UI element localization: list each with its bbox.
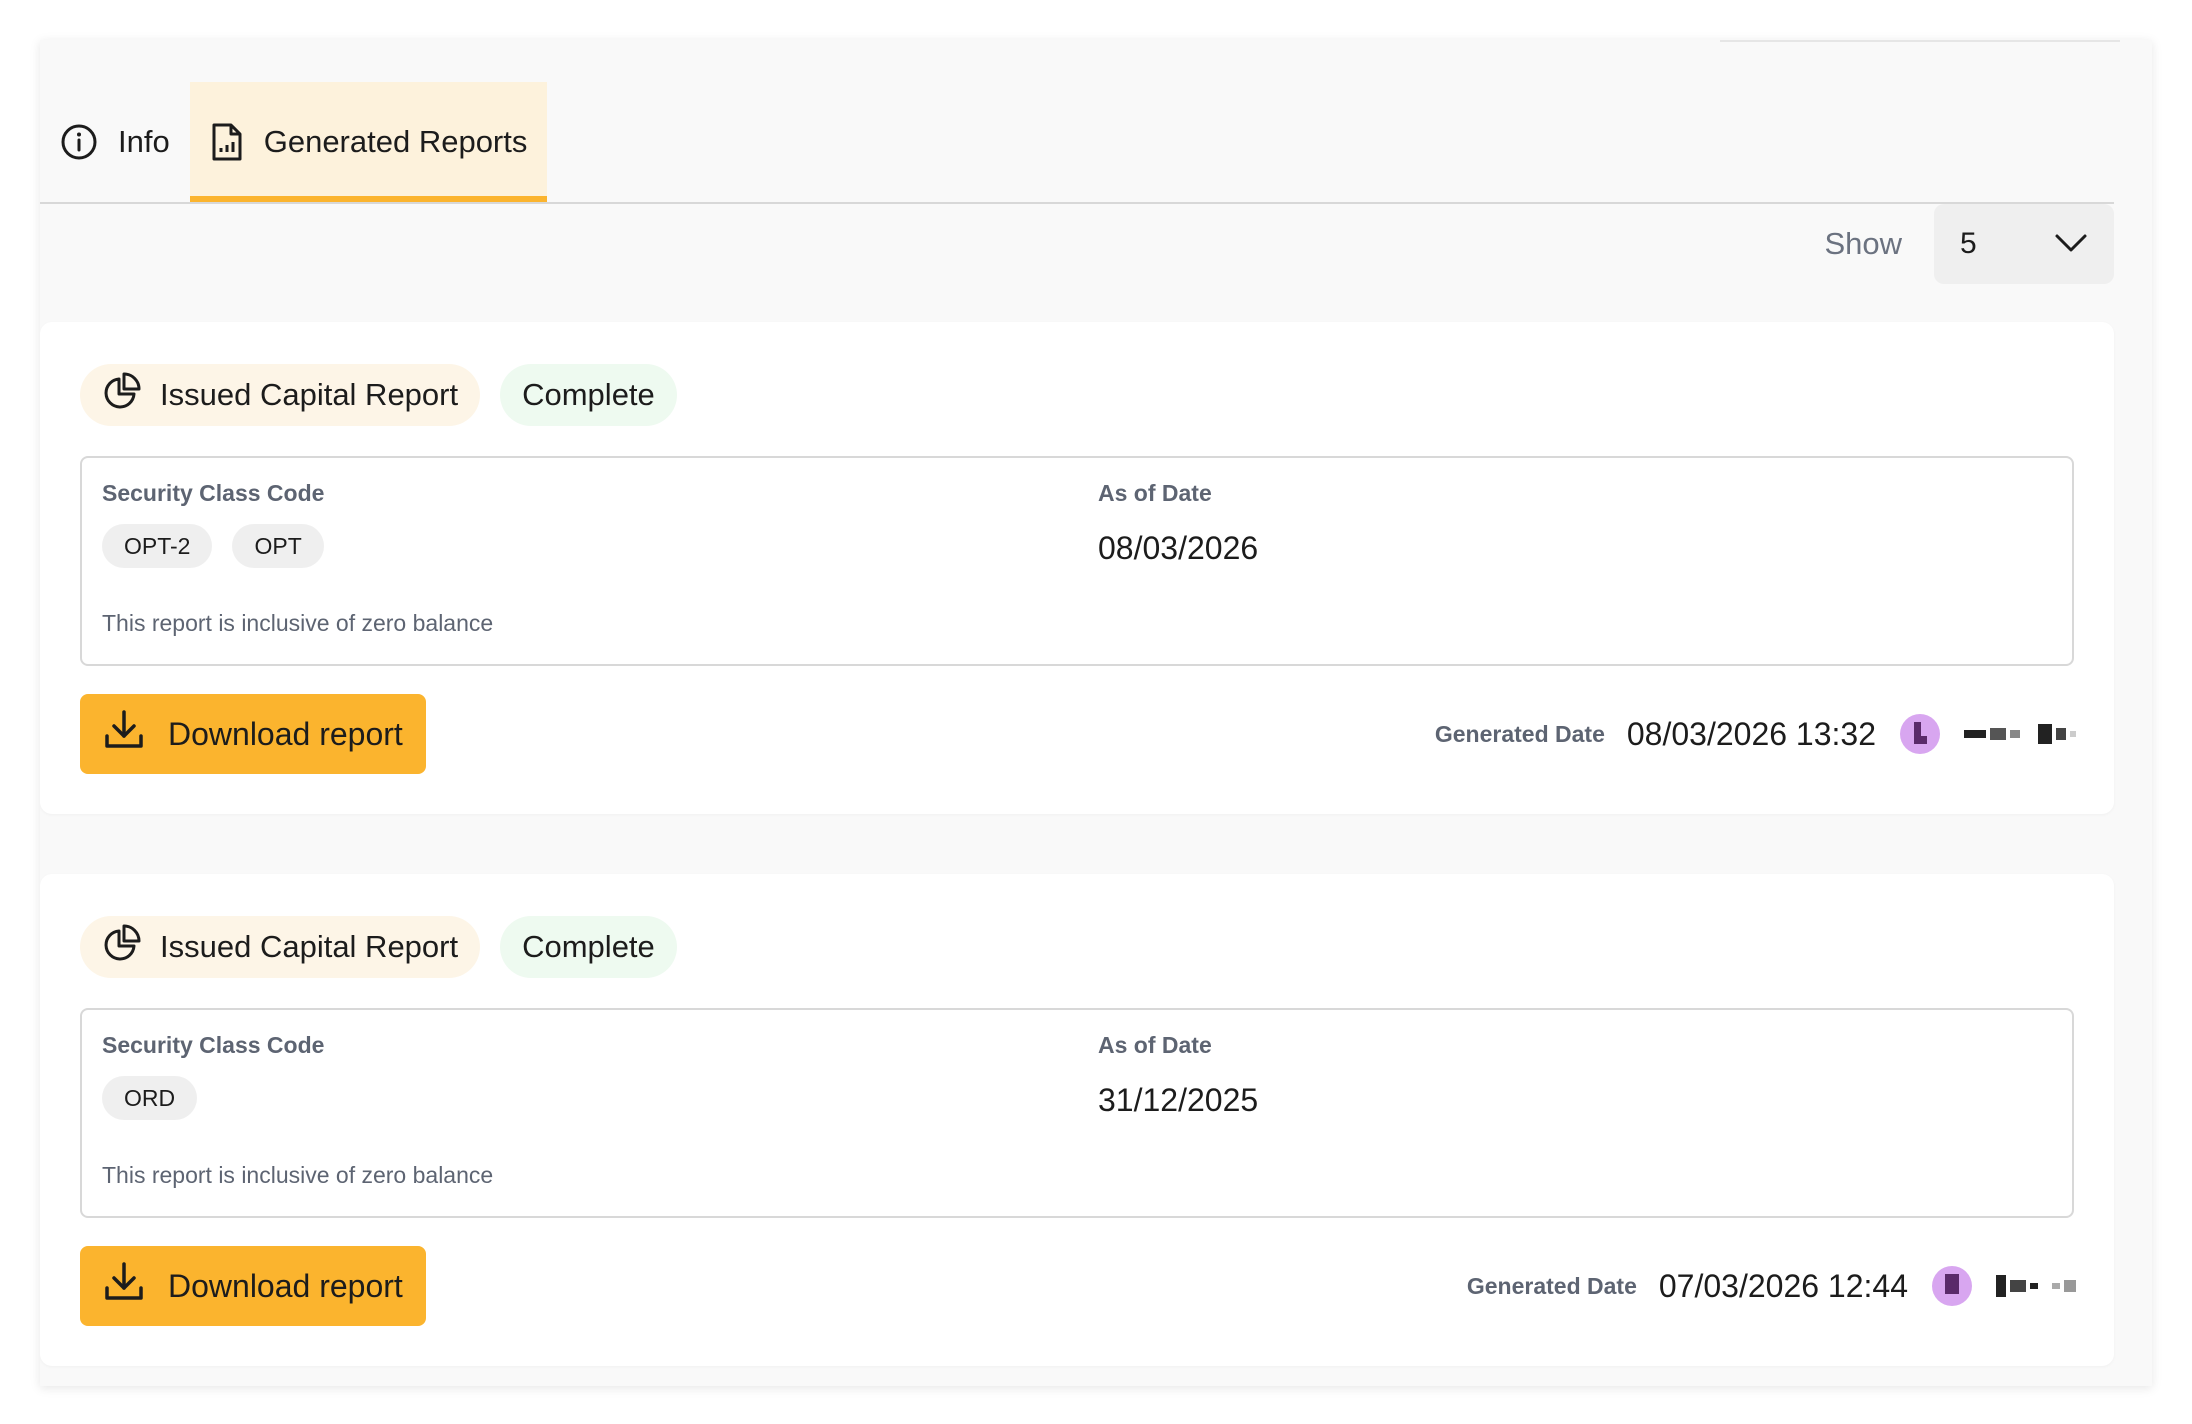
generated-info: Generated Date 07/03/2026 12:44 [1467,1256,2076,1316]
pie-chart-icon [102,923,142,971]
download-report-label: Download report [168,715,403,752]
reports-panel: Info Generated Reports Show 5 Issued Cap… [40,40,2152,1386]
tab-label: Generated Reports [263,124,528,159]
report-card-header: Issued Capital Report Complete [80,916,677,978]
report-type-label: Issued Capital Report [160,929,459,964]
security-code-chip: OPT [232,524,324,568]
pie-chart-icon [102,371,142,419]
report-card-header: Issued Capital Report Complete [80,364,677,426]
page-size-value: 5 [1960,227,1977,260]
avatar [1900,714,1940,754]
generated-date-label: Generated Date [1466,1272,1637,1299]
page-size-select[interactable]: 5 [1934,204,2114,284]
as-of-date-label: As of Date [1098,480,1212,506]
download-report-button[interactable]: Download report [80,1246,426,1326]
report-type-label: Issued Capital Report [160,377,459,412]
security-code-list: OPT-2 OPT [102,524,324,568]
info-icon [60,123,98,161]
security-class-label: Security Class Code [102,480,325,506]
status-badge: Complete [500,916,677,978]
download-icon [102,1260,146,1312]
status-badge: Complete [500,364,677,426]
tab-label: Info [118,124,170,159]
zero-balance-note: This report is inclusive of zero balance [102,610,494,636]
redacted-user-name [1996,1275,2076,1297]
report-card: Issued Capital Report Complete Security … [40,874,2114,1366]
report-type-badge: Issued Capital Report [80,916,481,978]
security-class-label: Security Class Code [102,1032,325,1058]
generated-info: Generated Date 08/03/2026 13:32 [1435,704,2076,764]
report-card: Issued Capital Report Complete Security … [40,322,2114,814]
report-type-badge: Issued Capital Report [80,364,481,426]
security-code-chip: ORD [102,1076,198,1120]
generated-date-label: Generated Date [1434,720,1605,747]
as-of-date-label: As of Date [1098,1032,1212,1058]
download-report-label: Download report [168,1267,403,1304]
show-label: Show [1824,226,1902,261]
divider [1720,40,2120,42]
download-icon [102,708,146,760]
report-details: Security Class Code OPT-2 OPT As of Date… [80,456,2074,666]
download-report-button[interactable]: Download report [80,694,426,774]
tab-bar: Info Generated Reports [40,82,2114,204]
tab-info[interactable]: Info [40,82,190,202]
generated-date-value: 07/03/2026 12:44 [1658,1267,1908,1304]
as-of-date-value: 31/12/2025 [1098,1082,1259,1118]
page-size-control: Show 5 [1824,204,2114,284]
report-file-icon [210,122,244,162]
redacted-user-name [1964,724,2076,744]
tab-generated-reports[interactable]: Generated Reports [189,82,548,202]
status-label: Complete [522,929,655,964]
generated-date-value: 08/03/2026 13:32 [1626,715,1876,752]
as-of-date-value: 08/03/2026 [1098,530,1259,566]
avatar [1932,1266,1972,1306]
chevron-down-icon [2054,227,2088,261]
zero-balance-note: This report is inclusive of zero balance [102,1162,494,1188]
security-code-list: ORD [102,1076,198,1120]
security-code-chip: OPT-2 [102,524,213,568]
status-label: Complete [522,377,655,412]
report-details: Security Class Code ORD As of Date 31/12… [80,1008,2074,1218]
